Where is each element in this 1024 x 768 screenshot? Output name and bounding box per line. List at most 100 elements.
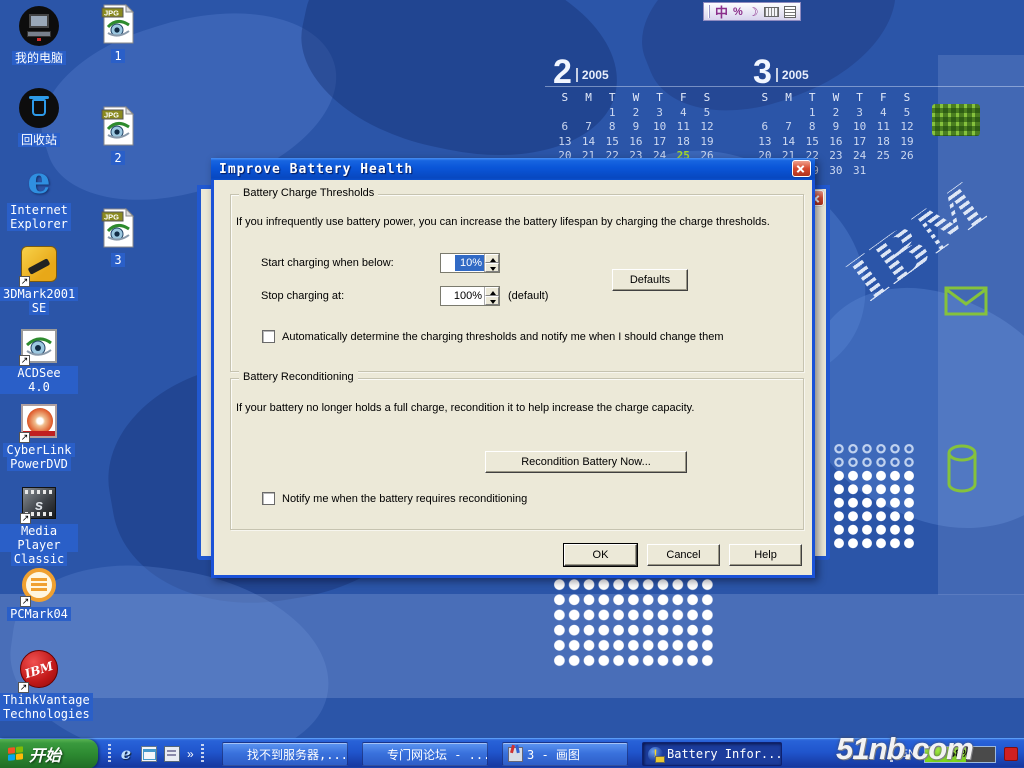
calendar-day: 11 bbox=[871, 120, 895, 135]
recondition-battery-button[interactable]: Recondition Battery Now... bbox=[485, 451, 687, 473]
icon-label2: PowerDVD bbox=[7, 457, 71, 471]
svg-text:JPG: JPG bbox=[104, 213, 119, 222]
shortcut-arrow-icon: ↗ bbox=[19, 355, 30, 366]
spin-down-icon[interactable] bbox=[485, 296, 499, 305]
desktop-icon-3dmark[interactable]: ↗ 3DMark2001SE bbox=[0, 246, 78, 315]
icon-label: 3DMark2001 bbox=[0, 287, 78, 301]
date-row: 12345 bbox=[553, 106, 721, 121]
drag-handle-icon[interactable] bbox=[108, 744, 111, 764]
ok-button[interactable]: OK bbox=[564, 544, 637, 566]
desktop-icon-my-computer[interactable]: 我的电脑 bbox=[0, 6, 78, 65]
calendar-day: 19 bbox=[895, 135, 919, 150]
icon-label: PCMark04 bbox=[7, 607, 71, 621]
icon-label2: Classic bbox=[11, 552, 68, 566]
taskbar-button[interactable]: 专门网论坛 - ... bbox=[362, 742, 488, 766]
weekday-label: M bbox=[777, 91, 801, 106]
ime-width-mode-icon[interactable]: ☽ bbox=[748, 5, 759, 19]
desktop-icon-recycle-bin[interactable]: 回收站 bbox=[0, 88, 78, 147]
tray-red-icon[interactable] bbox=[1004, 747, 1018, 761]
calendar-day: 6 bbox=[753, 120, 777, 135]
calendar-day: 26 bbox=[895, 149, 919, 164]
jpg-file-icon: JPG bbox=[101, 106, 135, 149]
taskbar-button-label: 找不到服务器,... bbox=[247, 746, 348, 763]
month-year: 2005 bbox=[776, 68, 809, 82]
taskbar-button-icon bbox=[228, 747, 243, 762]
stop-charging-value[interactable]: 100% bbox=[441, 287, 484, 305]
dialog-titlebar[interactable]: Improve Battery Health bbox=[211, 158, 815, 180]
quick-launch-mail-icon[interactable] bbox=[141, 746, 157, 762]
jpg-file-icon: JPG bbox=[101, 4, 135, 47]
calendar-day: 16 bbox=[824, 135, 848, 150]
calendar-day: 25 bbox=[871, 149, 895, 164]
desktop-icon-media-player-classic[interactable]: s↗ Media PlayerClassic bbox=[0, 487, 78, 566]
desktop-icon-acdsee[interactable]: ↗ ACDSee 4.0 bbox=[0, 329, 78, 394]
desktop-icon-pcmark[interactable]: ↗ PCMark04 bbox=[0, 568, 78, 621]
cylinder-icon bbox=[946, 444, 978, 497]
ime-language-bar[interactable]: 中 % ☽ bbox=[703, 2, 801, 21]
overflow-chevron-icon[interactable]: » bbox=[187, 747, 194, 761]
month-number: 2 bbox=[553, 57, 572, 87]
drag-handle-icon[interactable] bbox=[708, 5, 710, 18]
weekday-label: S bbox=[753, 91, 777, 106]
notify-reconditioning-checkbox[interactable] bbox=[262, 492, 275, 505]
start-charging-value[interactable]: 10% bbox=[455, 255, 484, 271]
calendar-day: 19 bbox=[695, 135, 719, 150]
start-charging-spinner[interactable]: 10% bbox=[440, 253, 500, 273]
wallpaper-band bbox=[938, 55, 1024, 595]
taskbar-button[interactable]: 3 - 画图 bbox=[502, 742, 628, 766]
calendar-day: 18 bbox=[671, 135, 695, 150]
date-row: 6789101112 bbox=[553, 120, 721, 135]
notify-reconditioning-label[interactable]: Notify me when the battery requires reco… bbox=[282, 493, 802, 505]
ime-menu-icon[interactable] bbox=[784, 6, 796, 18]
taskbar-button[interactable]: 找不到服务器,... bbox=[222, 742, 348, 766]
spin-up-icon[interactable] bbox=[485, 254, 499, 263]
file-label: 1 bbox=[111, 49, 124, 63]
calendar-day: 7 bbox=[777, 120, 801, 135]
taskbar-button-label: Battery Infor... bbox=[667, 747, 782, 761]
stop-charging-spinner[interactable]: 100% bbox=[440, 286, 500, 306]
taskbar-button[interactable]: Battery Infor... bbox=[642, 742, 782, 766]
dialog-body: Battery Charge Thresholds If you infrequ… bbox=[214, 180, 812, 575]
spin-down-icon[interactable] bbox=[485, 263, 499, 272]
shortcut-arrow-icon: ↗ bbox=[20, 596, 31, 607]
drag-handle-icon[interactable] bbox=[201, 744, 204, 764]
desktop-icon-internet-explorer[interactable]: e InternetExplorer bbox=[0, 163, 78, 231]
defaults-button[interactable]: Defaults bbox=[612, 269, 688, 291]
system-tray: EN 58% bbox=[890, 739, 1024, 768]
auto-determine-label[interactable]: Automatically determine the charging thr… bbox=[282, 331, 802, 343]
quick-launch-show-desktop-icon[interactable] bbox=[164, 746, 180, 762]
icon-label: 我的电脑 bbox=[12, 51, 66, 65]
desktop-icon-powerdvd[interactable]: ↗ CyberLinkPowerDVD bbox=[0, 404, 78, 471]
auto-determine-checkbox[interactable] bbox=[262, 330, 275, 343]
quick-launch-ie-icon[interactable]: e bbox=[118, 746, 134, 762]
close-icon[interactable] bbox=[792, 160, 811, 177]
ime-punctuation-icon[interactable]: % bbox=[733, 6, 743, 18]
desktop-file-jpg[interactable]: JPG 1 bbox=[92, 4, 144, 63]
file-label: 3 bbox=[111, 253, 124, 267]
taskbar-button-label: 3 - 画图 bbox=[527, 746, 580, 763]
desktop-icon-thinkvantage[interactable]: IBM↗ ThinkVantageTechnologies bbox=[0, 650, 78, 721]
ime-chinese-mode-icon[interactable]: 中 bbox=[715, 2, 728, 21]
dot-pattern-bottom bbox=[552, 577, 716, 669]
desktop-file-jpg[interactable]: JPG 2 bbox=[92, 106, 144, 165]
calendar-day: 9 bbox=[824, 120, 848, 135]
start-button[interactable]: 开始 bbox=[0, 739, 98, 768]
help-button[interactable]: Help bbox=[729, 544, 802, 566]
desktop-file-jpg[interactable]: JPG 3 bbox=[92, 208, 144, 267]
icon-label2: SE bbox=[29, 301, 49, 315]
battery-gauge[interactable]: 58% bbox=[924, 746, 996, 763]
calendar-day: 15 bbox=[800, 135, 824, 150]
taskbar-button-icon bbox=[508, 747, 523, 762]
weekday-row: SMTWTFS bbox=[753, 91, 921, 106]
weekday-label: T bbox=[800, 91, 824, 106]
spin-up-icon[interactable] bbox=[485, 287, 499, 296]
calendar-day: 4 bbox=[671, 106, 695, 121]
drag-handle-icon[interactable] bbox=[890, 744, 893, 764]
desktop-file-column: JPG 1 JPG bbox=[92, 4, 144, 267]
calendar-day: 2 bbox=[824, 106, 848, 121]
month-year: 2005 bbox=[576, 68, 609, 82]
language-indicator[interactable]: EN bbox=[901, 748, 916, 760]
ime-keyboard-icon[interactable] bbox=[764, 7, 779, 17]
cancel-button[interactable]: Cancel bbox=[647, 544, 720, 566]
calendar-day: 5 bbox=[895, 106, 919, 121]
